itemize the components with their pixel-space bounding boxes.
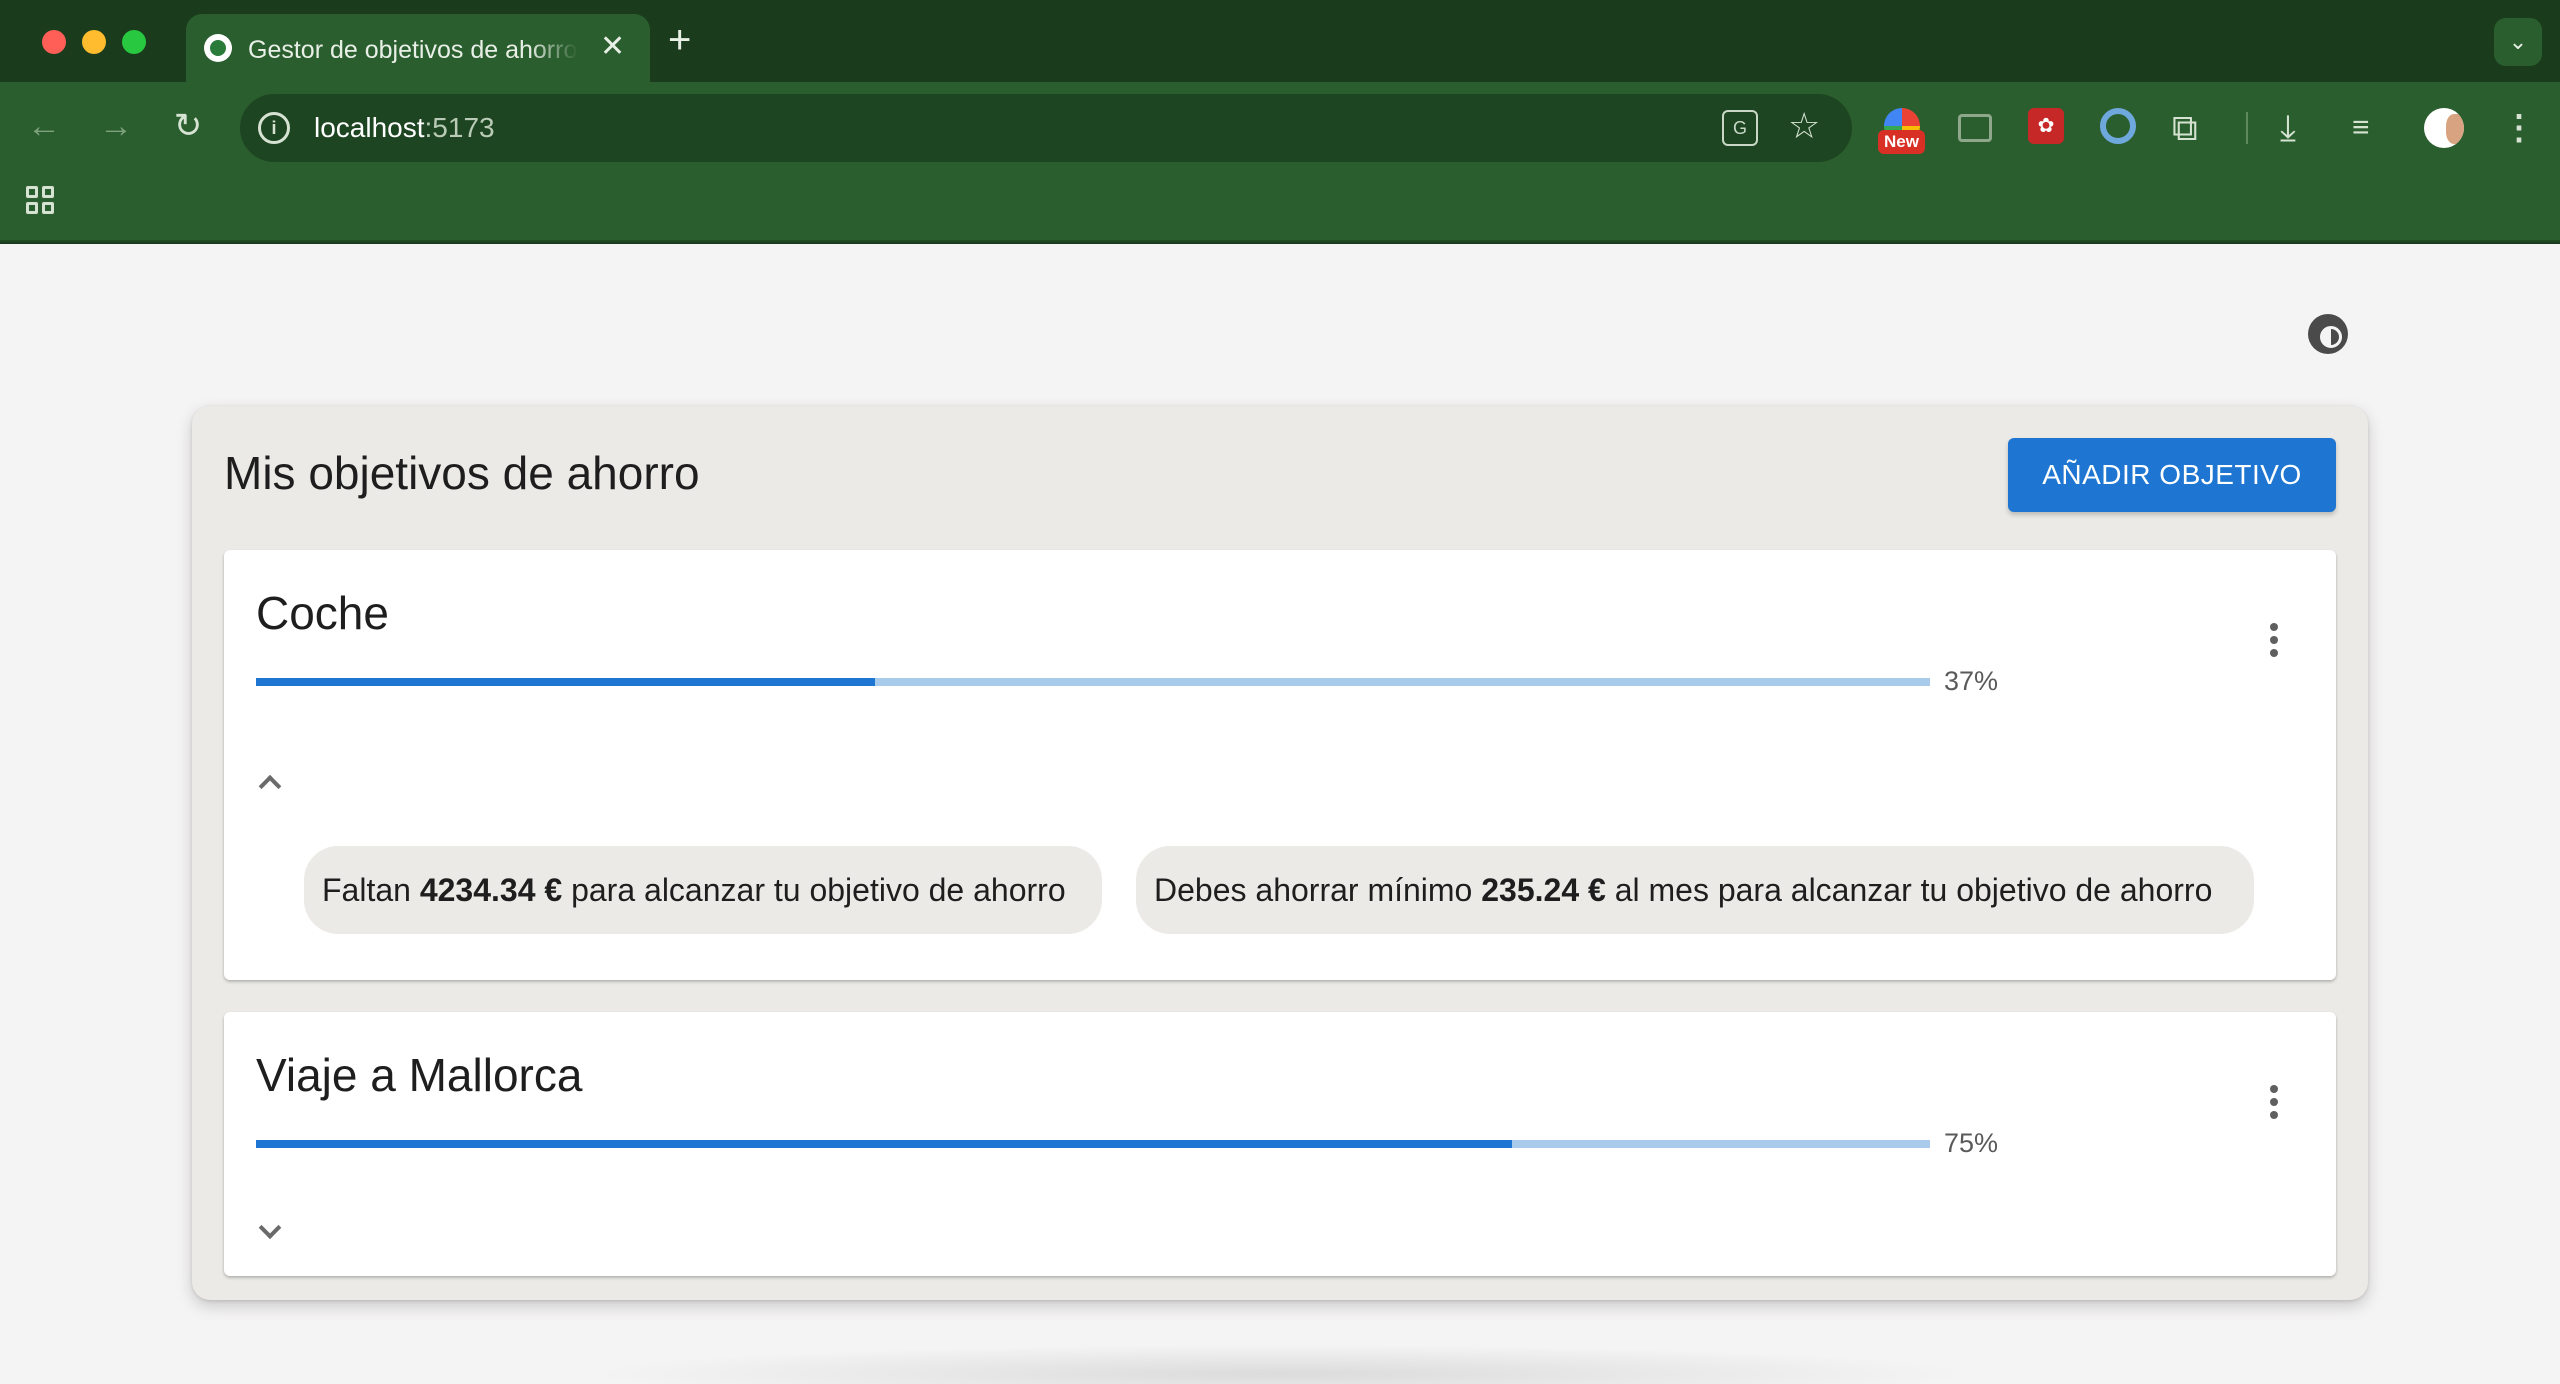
address-bar[interactable]: i localhost:5173 G ☆: [240, 94, 1852, 162]
tab-search-button[interactable]: ⌄: [2494, 18, 2542, 66]
browser-toolbar: ← → ↻ i localhost:5173 G ☆ New ✿ ⧉ ⤓ ≡ ⋮: [0, 82, 2560, 242]
add-goal-button[interactable]: AÑADIR OBJETIVO: [2008, 438, 2336, 512]
goal-progress-label: 75%: [1944, 1128, 1999, 1158]
goal-progress-bar: [256, 1140, 1930, 1148]
forward-arrow-icon[interactable]: →: [94, 104, 138, 148]
tab-title: Gestor de objetivos de ahorro: [248, 36, 578, 64]
goal-menu-icon[interactable]: [2252, 618, 2296, 662]
star-icon[interactable]: ☆: [1788, 104, 1820, 148]
goal-card: Coche 37% Faltan 4234.34 € para alcanzar…: [224, 550, 2336, 980]
goal-menu-icon[interactable]: [2252, 1080, 2296, 1124]
goal-progress-fill: [256, 678, 876, 686]
extensions-icon[interactable]: ⧉: [2172, 108, 2212, 148]
tab-close-icon[interactable]: ✕: [600, 30, 625, 64]
back-arrow-icon[interactable]: ←: [22, 104, 66, 148]
profile-avatar[interactable]: [2424, 108, 2464, 148]
chip-text: Debes ahorrar mínimo: [1154, 871, 1473, 908]
monthly-amount: 235.24 €: [1481, 871, 1606, 908]
goal-card: Viaje a Mallorca 75%: [224, 1012, 2336, 1276]
download-icon[interactable]: ⤓: [2280, 108, 2320, 148]
screenshot-extension-icon[interactable]: [1958, 114, 1992, 142]
media-icon[interactable]: ≡: [2352, 108, 2392, 148]
expand-chevron-down-icon[interactable]: [250, 1212, 290, 1252]
goal-progress-fill: [256, 1140, 1512, 1148]
reload-icon[interactable]: ↻: [166, 104, 210, 148]
translate-icon[interactable]: G: [1722, 110, 1758, 146]
browser-tab[interactable]: Gestor de objetivos de ahorro ✕: [186, 14, 650, 82]
remaining-amount-chip: Faltan 4234.34 € para alcanzar tu objeti…: [304, 846, 1102, 934]
close-window-button[interactable]: [42, 30, 66, 54]
info-icon[interactable]: i: [258, 112, 290, 144]
goal-progress-bar: [256, 678, 1930, 686]
page-title: Mis objetivos de ahorro: [224, 447, 700, 499]
tab-favicon-icon: [204, 34, 232, 62]
goal-progress-label: 37%: [1944, 666, 1999, 696]
collapse-chevron-up-icon[interactable]: [250, 762, 290, 802]
page-viewport: Mis objetivos de ahorro AÑADIR OBJETIVO …: [0, 244, 2560, 1384]
theme-toggle-button[interactable]: [2306, 312, 2350, 356]
minimize-window-button[interactable]: [82, 30, 106, 54]
goal-name: Viaje a Mallorca: [256, 1049, 583, 1101]
bottom-shadow: [580, 1344, 1980, 1384]
new-badge: New: [1878, 130, 1925, 154]
kebab-icon[interactable]: ⋮: [2502, 106, 2536, 150]
chip-text: Faltan: [322, 871, 411, 908]
chip-text: para alcanzar tu objetivo de ahorro: [571, 871, 1066, 908]
url-port: :5173: [424, 112, 495, 143]
maximize-window-button[interactable]: [122, 30, 146, 54]
monthly-saving-chip: Debes ahorrar mínimo 235.24 € al mes par…: [1136, 846, 2254, 934]
chevron-down-icon: ⌄: [2508, 29, 2528, 54]
toolbar-divider: [2246, 112, 2248, 144]
ring-extension-icon[interactable]: [2100, 108, 2136, 144]
extension-new-icon[interactable]: New: [1878, 108, 1925, 154]
remaining-amount: 4234.34 €: [419, 871, 563, 908]
goal-name: Coche: [256, 587, 389, 639]
browser-tab-bar: Gestor de objetivos de ahorro ✕ + ⌄: [0, 0, 2560, 82]
goals-panel: Mis objetivos de ahorro AÑADIR OBJETIVO …: [192, 406, 2368, 1300]
brightness-icon: [2308, 314, 2348, 354]
paw-extension-icon[interactable]: ✿: [2028, 108, 2064, 144]
url-host: localhost: [314, 112, 425, 143]
new-tab-button[interactable]: +: [668, 20, 691, 60]
chip-text: al mes para alcanzar tu objetivo de ahor…: [1614, 871, 2213, 908]
apps-grid-icon[interactable]: [26, 186, 54, 214]
url-text[interactable]: localhost:5173: [314, 112, 495, 144]
